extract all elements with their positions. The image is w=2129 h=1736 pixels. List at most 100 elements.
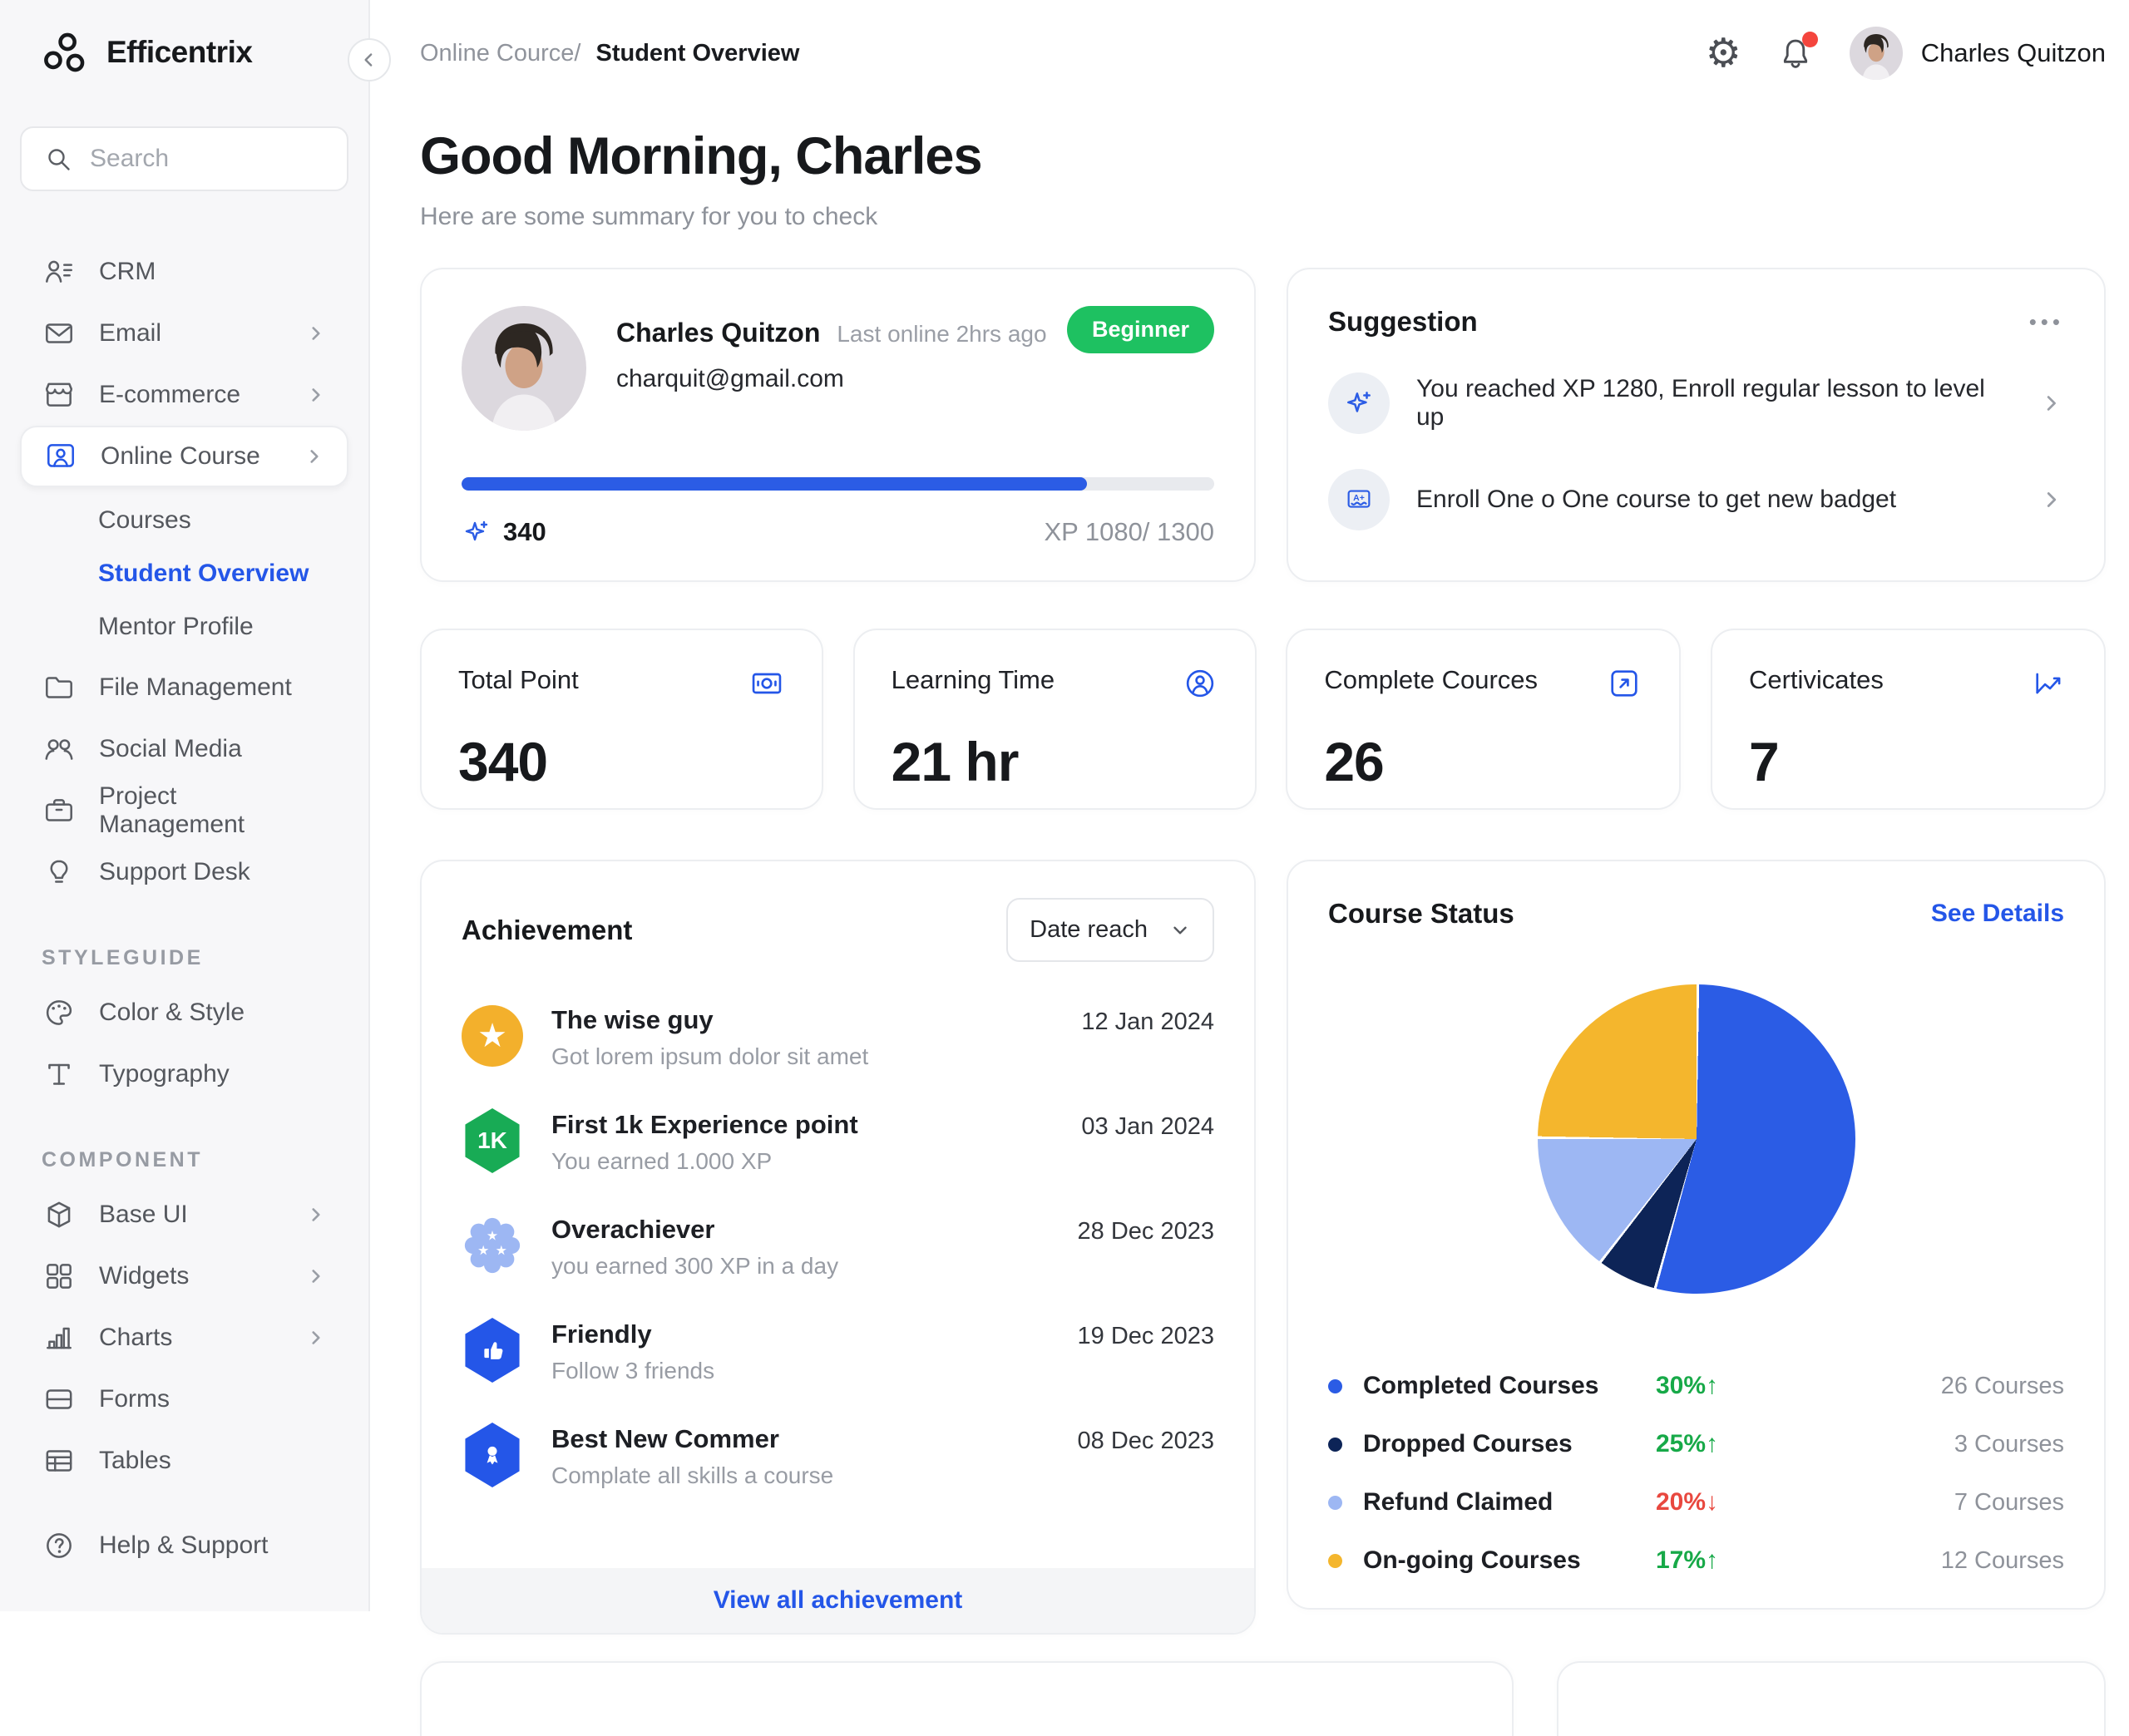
sidebar-item-ecommerce[interactable]: E-commerce — [20, 364, 348, 426]
suggestion-title: Suggestion — [1328, 306, 1478, 337]
sidebar-footer: Help & Support — [20, 1515, 348, 1576]
sidebar-item-label: Charts — [99, 1324, 173, 1351]
sidebar-item-help-support[interactable]: Help & Support — [20, 1515, 348, 1576]
sidebar-collapse-button[interactable] — [348, 38, 391, 81]
main-content: Online Cource/ Student Overview ⚙ Charle… — [370, 0, 2129, 1736]
legend-dot — [1328, 1553, 1342, 1568]
suggestion-item[interactable]: You reached XP 1280, Enroll regular less… — [1328, 372, 2064, 434]
palette-icon — [42, 995, 77, 1030]
bar-chart-icon — [42, 1320, 77, 1355]
sidebar-item-label: Forms — [99, 1385, 170, 1413]
suggestion-item[interactable]: A+ Enroll One o One course to get new ba… — [1328, 469, 2064, 530]
xp-progress-track — [462, 477, 1214, 491]
sidebar-item-color-style[interactable]: Color & Style — [20, 982, 348, 1043]
typography-icon — [42, 1057, 77, 1092]
sidebar-item-label: Support Desk — [99, 858, 250, 885]
date-reach-dropdown[interactable]: Date reach — [1006, 898, 1214, 962]
sidebar-subitem-courses[interactable]: Courses — [20, 494, 348, 547]
sparkle-icon — [1328, 372, 1390, 434]
chevron-right-icon — [310, 450, 319, 463]
course-status-legend: Completed Courses 30%↑ 26 Courses Droppe… — [1328, 1372, 2064, 1575]
medal-badge-icon — [462, 1423, 523, 1487]
arrow-up-right-icon — [1606, 665, 1642, 702]
sidebar-nav: CRM Email E-commerce Online Course Cours… — [20, 241, 348, 1492]
view-all-achievement-link[interactable]: View all achievement — [714, 1586, 963, 1615]
stat-value: 26 — [1324, 731, 1384, 792]
level-badge: Beginner — [1066, 306, 1214, 353]
sidebar-item-project-management[interactable]: Project Management — [20, 780, 348, 841]
sidebar-item-online-course[interactable]: Online Course — [20, 426, 348, 487]
legend-trend: 17%↑ — [1656, 1546, 1719, 1574]
sidebar-item-support-desk[interactable]: Support Desk — [20, 841, 348, 903]
stat-card-total-point: Total Point 340 — [420, 629, 823, 810]
user-menu[interactable]: Charles Quitzon — [1849, 27, 2106, 80]
achievement-name: Overachiever — [551, 1215, 715, 1244]
stat-value: 340 — [458, 731, 548, 792]
achievement-item: Overachiever you earned 300 XP in a day … — [462, 1215, 1214, 1280]
stat-label: Learning Time — [891, 665, 1055, 694]
stat-card-certificates: Certivicates 7 — [1710, 629, 2106, 810]
sidebar-item-email[interactable]: Email — [20, 303, 348, 364]
sidebar-item-forms[interactable]: Forms — [20, 1369, 348, 1430]
star-badge-icon: ★ — [462, 1005, 523, 1067]
achievement-item: Friendly Follow 3 friends 19 Dec 2023 — [462, 1318, 1214, 1384]
sidebar-item-label: Project Management — [99, 782, 245, 838]
sidebar-item-label: Widgets — [99, 1262, 190, 1290]
sidebar-item-base-ui[interactable]: Base UI — [20, 1184, 348, 1245]
sidebar-item-label: File Management — [99, 673, 292, 701]
page-title: Good Morning, Charles — [420, 127, 983, 185]
summary-row: Charles Quitzon Last online 2hrs ago cha… — [420, 268, 2106, 582]
sidebar-item-file-management[interactable]: File Management — [20, 657, 348, 718]
chevron-right-icon[interactable] — [2039, 391, 2064, 416]
profile-top: Charles Quitzon Last online 2hrs ago cha… — [462, 306, 1214, 431]
sidebar-item-widgets[interactable]: Widgets — [20, 1245, 348, 1307]
notifications-bell-icon[interactable] — [1776, 32, 1818, 72]
page-subtitle: Here are some summary for you to check — [420, 203, 878, 230]
details-row: Achievement Date reach ★ The wise guy Go… — [420, 860, 2106, 1635]
profile-avatar — [462, 306, 586, 431]
see-details-link[interactable]: See Details — [1931, 900, 2064, 928]
breadcrumb-parent[interactable]: Online Cource/ — [420, 40, 580, 67]
sidebar-item-label: Email — [99, 319, 162, 347]
legend-dot — [1328, 1495, 1342, 1510]
chevron-right-icon[interactable] — [2039, 487, 2064, 512]
profile-bottom: 340 XP 1080/ 1300 — [462, 517, 1214, 547]
sidebar-item-label: Tables — [99, 1447, 171, 1474]
sidebar-subitem-mentor-profile[interactable]: Mentor Profile — [20, 600, 348, 653]
sidebar-item-social-media[interactable]: Social Media — [20, 718, 348, 780]
sidebar-item-crm[interactable]: CRM — [20, 241, 348, 303]
topbar: Online Cource/ Student Overview ⚙ Charle… — [420, 27, 2106, 80]
course-status-card: Course Status See Details Completed Cour… — [1287, 860, 2106, 1610]
legend-count: 7 Courses — [1954, 1488, 2064, 1516]
achievement-item: Best New Commer Complate all skills a co… — [462, 1423, 1214, 1489]
achievement-name: Best New Commer — [551, 1424, 779, 1453]
settings-gear-icon[interactable]: ⚙ — [1706, 33, 1741, 73]
achievement-footer: View all achievement — [422, 1568, 1254, 1633]
achievement-name: First 1k Experience point — [551, 1110, 858, 1139]
crm-icon — [42, 254, 77, 289]
thumbs-up-badge-icon — [462, 1318, 523, 1383]
sidebar-item-label: Social Media — [99, 735, 242, 762]
sidebar-item-tables[interactable]: Tables — [20, 1430, 348, 1492]
more-options-icon[interactable]: ••• — [2029, 309, 2064, 335]
course-status-pie — [1537, 984, 1855, 1294]
chevron-right-icon — [312, 1270, 320, 1283]
legend-label: On-going Courses — [1363, 1546, 1581, 1574]
sidebar-item-label: Help & Support — [99, 1531, 269, 1559]
search-box[interactable] — [20, 126, 348, 191]
dropdown-label: Date reach — [1030, 916, 1148, 943]
storefront-icon — [42, 377, 77, 412]
sidebar-subitem-student-overview[interactable]: Student Overview — [20, 547, 348, 600]
stats-row: Total Point 340 Learning Time 21 hr Comp… — [420, 629, 2106, 810]
legend-label: Refund Claimed — [1363, 1488, 1554, 1516]
search-input[interactable] — [90, 145, 325, 173]
course-status-title: Course Status — [1328, 898, 1514, 929]
sidebar-item-charts[interactable]: Charts — [20, 1307, 348, 1369]
sidebar-item-typography[interactable]: Typography — [20, 1043, 348, 1105]
suggestion-text: You reached XP 1280, Enroll regular less… — [1416, 375, 1985, 431]
chevron-right-icon — [312, 327, 320, 340]
legend-trend: 25%↑ — [1656, 1430, 1719, 1457]
legend-label: Completed Courses — [1363, 1372, 1599, 1399]
legend-label: Dropped Courses — [1363, 1430, 1573, 1457]
app-title: Efficentrix — [106, 35, 253, 69]
